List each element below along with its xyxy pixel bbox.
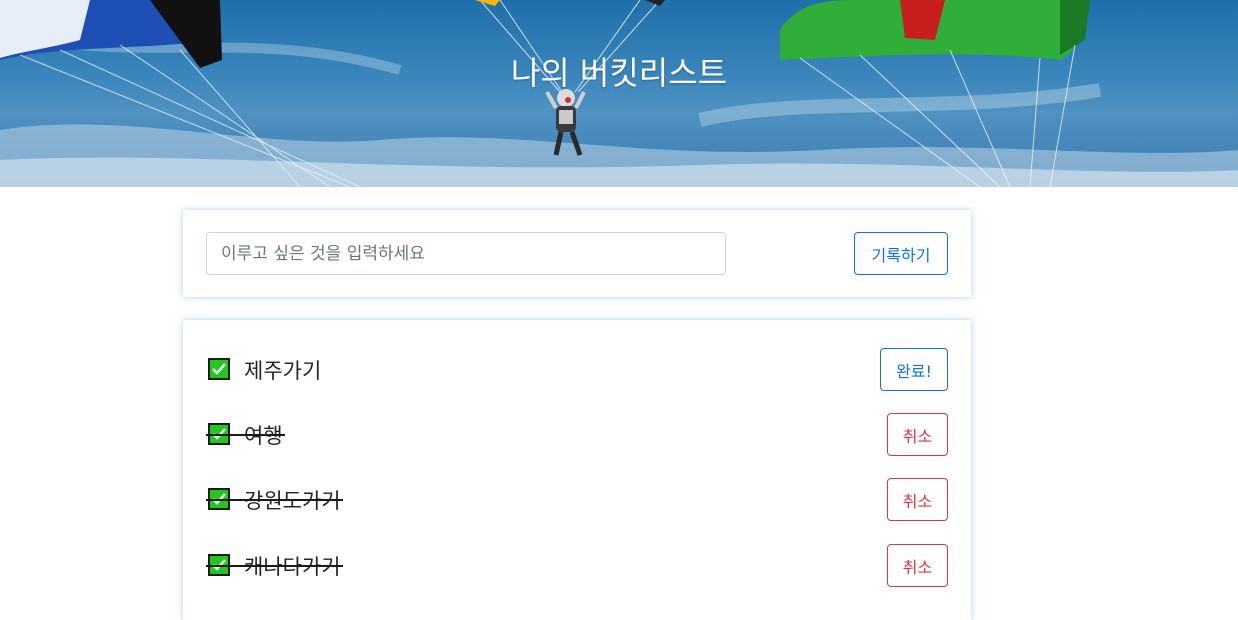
bucket-item-input[interactable] (206, 232, 726, 275)
bucket-list-item: 여행 취소 (183, 413, 971, 456)
strikethrough-line (206, 499, 343, 501)
strikethrough-line (206, 565, 343, 567)
complete-button[interactable]: 완료! (880, 348, 948, 391)
cancel-button[interactable]: 취소 (887, 544, 948, 587)
bucket-list-item: 제주가기 완료! (183, 348, 971, 391)
strikethrough-line (206, 434, 285, 436)
checkmark-icon (208, 358, 230, 380)
cancel-button[interactable]: 취소 (887, 413, 948, 456)
page-title: 나의 버킷리스트 (510, 54, 728, 92)
input-card: 기록하기 (183, 210, 971, 297)
record-button[interactable]: 기록하기 (854, 232, 948, 275)
bucket-list-item: 강원도가기 취소 (183, 478, 971, 521)
bucket-list-item: 캐나다가기 취소 (183, 544, 971, 587)
bucket-item-text: 제주가기 (244, 359, 322, 383)
cancel-button[interactable]: 취소 (887, 478, 948, 521)
hero-banner: 나의 버킷리스트 (0, 0, 1238, 187)
bucket-list-card: 제주가기 완료! 여행 취소강원도가기 취소캐나다가기 취소 (183, 320, 971, 620)
